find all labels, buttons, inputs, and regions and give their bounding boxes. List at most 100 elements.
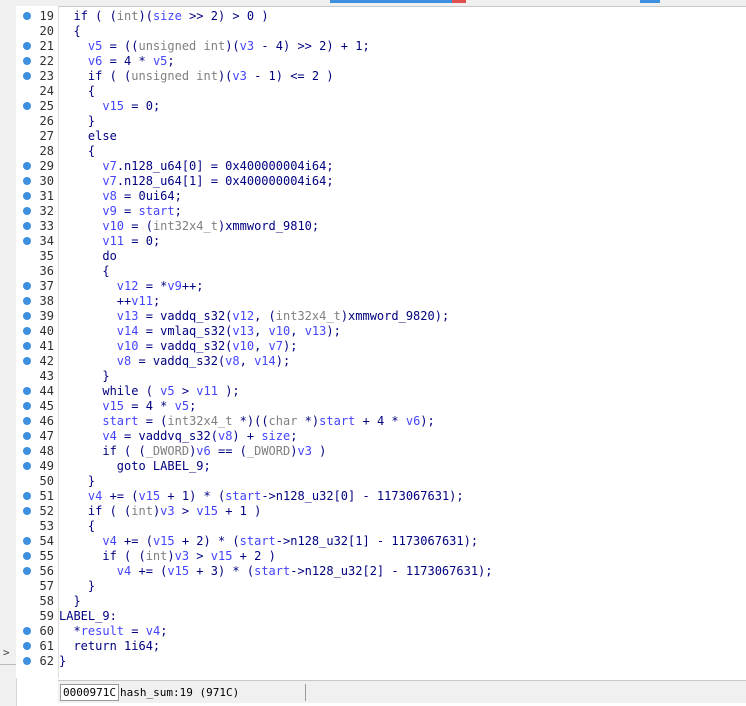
expand-panel-icon[interactable]: > [3, 646, 10, 659]
breakpoint-marker-icon[interactable] [23, 282, 31, 290]
gutter-row: 50 [16, 474, 58, 489]
line-number: 51 [39, 489, 54, 503]
line-number: 32 [39, 204, 54, 218]
collapsed-side-panel[interactable]: > [0, 6, 17, 706]
gutter-row: 58 [16, 594, 58, 609]
code-line[interactable]: return 1i64; [59, 639, 160, 654]
breakpoint-marker-icon[interactable] [23, 57, 31, 65]
code-line[interactable]: } [59, 579, 95, 594]
breakpoint-marker-icon[interactable] [23, 537, 31, 545]
line-number: 50 [39, 474, 54, 488]
line-number: 62 [39, 654, 54, 668]
code-line[interactable]: } [59, 114, 95, 129]
panel-splitter[interactable] [0, 664, 16, 665]
gutter-row: 25 [16, 99, 58, 114]
code-line[interactable]: start = (int32x4_t *)((char *)start + 4 … [59, 414, 434, 429]
breakpoint-marker-icon[interactable] [23, 297, 31, 305]
gutter-row: 62 [16, 654, 58, 669]
code-line[interactable]: { [59, 84, 95, 99]
breakpoint-marker-icon[interactable] [23, 387, 31, 395]
code-line[interactable]: v11 = 0; [59, 234, 160, 249]
code-line[interactable]: v12 = *v9++; [59, 279, 204, 294]
breakpoint-marker-icon[interactable] [23, 642, 31, 650]
breakpoint-marker-icon[interactable] [23, 627, 31, 635]
gutter-row: 49 [16, 459, 58, 474]
breakpoint-marker-icon[interactable] [23, 462, 31, 470]
code-line[interactable]: v4 += (v15 + 2) * (start->n128_u32[1] - … [59, 534, 478, 549]
code-line[interactable]: v15 = 4 * v5; [59, 399, 196, 414]
line-number: 24 [39, 84, 54, 98]
breakpoint-marker-icon[interactable] [23, 237, 31, 245]
code-line[interactable]: v6 = 4 * v5; [59, 54, 175, 69]
breakpoint-marker-icon[interactable] [23, 567, 31, 575]
code-line[interactable]: v7.n128_u64[0] = 0x400000004i64; [59, 159, 333, 174]
code-line[interactable]: LABEL_9: [59, 609, 117, 624]
breakpoint-marker-icon[interactable] [23, 177, 31, 185]
code-line[interactable]: if ( (int)v3 > v15 + 2 ) [59, 549, 275, 564]
gutter-row: 41 [16, 339, 58, 354]
breakpoint-marker-icon[interactable] [23, 447, 31, 455]
code-line[interactable]: { [59, 264, 109, 279]
line-number: 23 [39, 69, 54, 83]
breakpoint-marker-icon[interactable] [23, 417, 31, 425]
line-number: 43 [39, 369, 54, 383]
code-line[interactable]: v4 += (v15 + 1) * (start->n128_u32[0] - … [59, 489, 464, 504]
code-line[interactable]: else [59, 129, 117, 144]
breakpoint-marker-icon[interactable] [23, 357, 31, 365]
code-line[interactable]: v9 = start; [59, 204, 182, 219]
code-line[interactable]: if ( (int)v3 > v15 + 1 ) [59, 504, 261, 519]
breakpoint-marker-icon[interactable] [23, 657, 31, 665]
breakpoint-marker-icon[interactable] [23, 552, 31, 560]
line-number: 34 [39, 234, 54, 248]
gutter-row: 32 [16, 204, 58, 219]
gutter-row: 42 [16, 354, 58, 369]
line-number-gutter: 19 20 21 22 23 24 25 26 27 28 29 30 31 32 33 34 35 36 37 38… [16, 6, 59, 678]
breakpoint-marker-icon[interactable] [23, 432, 31, 440]
breakpoint-marker-icon[interactable] [23, 192, 31, 200]
breakpoint-marker-icon[interactable] [23, 162, 31, 170]
gutter-row: 29 [16, 159, 58, 174]
code-line[interactable]: { [59, 519, 95, 534]
code-line[interactable]: v8 = 0ui64; [59, 189, 181, 204]
code-line[interactable]: } [59, 594, 80, 609]
breakpoint-marker-icon[interactable] [23, 72, 31, 80]
code-line[interactable]: } [59, 654, 66, 669]
breakpoint-marker-icon[interactable] [23, 222, 31, 230]
code-line[interactable]: if ( (_DWORD)v6 == (_DWORD)v3 ) [59, 444, 326, 459]
breakpoint-marker-icon[interactable] [23, 12, 31, 20]
breakpoint-marker-icon[interactable] [23, 492, 31, 500]
code-line[interactable]: v5 = ((unsigned int)(v3 - 4) >> 2) + 1; [59, 39, 370, 54]
code-line[interactable]: v10 = vaddq_s32(v10, v7); [59, 339, 298, 354]
code-line[interactable]: if ( (int)(size >> 2) > 0 ) [59, 9, 268, 24]
breakpoint-marker-icon[interactable] [23, 42, 31, 50]
pseudocode-view[interactable]: if ( (int)(size >> 2) > 0 ) { v5 = ((uns… [59, 6, 746, 678]
gutter-row: 37 [16, 279, 58, 294]
code-line[interactable]: { [59, 24, 80, 39]
code-line[interactable]: } [59, 474, 95, 489]
code-line[interactable]: v4 = vaddvq_s32(v8) + size; [59, 429, 297, 444]
code-line[interactable]: v14 = vmlaq_s32(v13, v10, v13); [59, 324, 341, 339]
breakpoint-marker-icon[interactable] [23, 402, 31, 410]
code-line[interactable]: } [59, 369, 109, 384]
code-line[interactable]: ++v11; [59, 294, 160, 309]
code-line[interactable]: if ( (unsigned int)(v3 - 1) <= 2 ) [59, 69, 334, 84]
code-line[interactable]: v7.n128_u64[1] = 0x400000004i64; [59, 174, 333, 189]
code-line[interactable]: { [59, 144, 95, 159]
code-line[interactable]: v4 += (v15 + 3) * (start->n128_u32[2] - … [59, 564, 493, 579]
code-line[interactable]: v13 = vaddq_s32(v12, (int32x4_t)xmmword_… [59, 309, 449, 324]
code-line[interactable]: v15 = 0; [59, 99, 160, 114]
code-line[interactable]: v10 = (int32x4_t)xmmword_9810; [59, 219, 319, 234]
code-line[interactable]: do [59, 249, 116, 264]
code-line[interactable]: goto LABEL_9; [59, 459, 211, 474]
code-line[interactable]: while ( v5 > v11 ); [59, 384, 239, 399]
breakpoint-marker-icon[interactable] [23, 207, 31, 215]
breakpoint-marker-icon[interactable] [23, 327, 31, 335]
code-line[interactable]: *result = v4; [59, 624, 167, 639]
breakpoint-marker-icon[interactable] [23, 342, 31, 350]
gutter-row: 43 [16, 369, 58, 384]
breakpoint-marker-icon[interactable] [23, 102, 31, 110]
breakpoint-marker-icon[interactable] [23, 312, 31, 320]
breakpoint-marker-icon[interactable] [23, 507, 31, 515]
code-line[interactable]: v8 = vaddq_s32(v8, v14); [59, 354, 290, 369]
gutter-row: 59 [16, 609, 58, 624]
